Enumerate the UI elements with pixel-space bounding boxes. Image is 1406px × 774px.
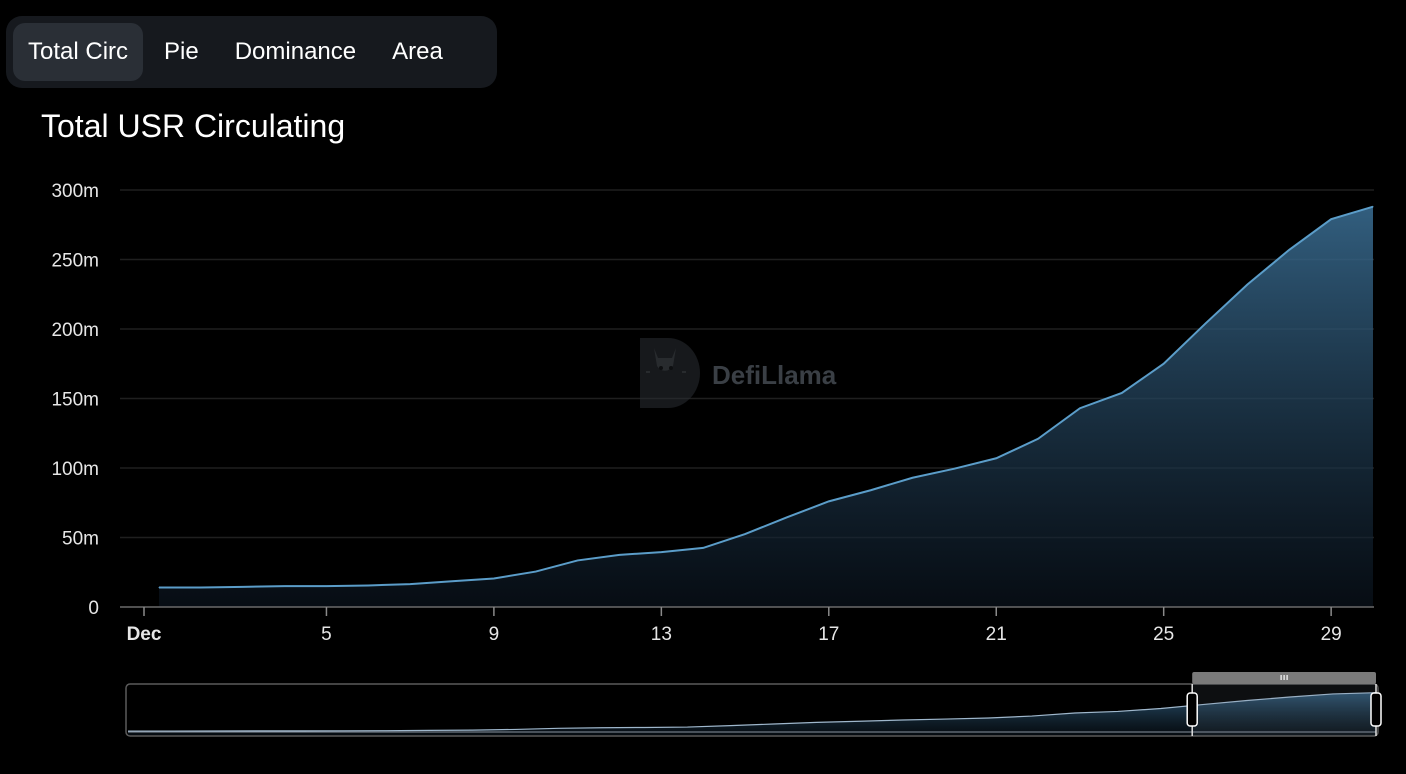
data-point bbox=[1288, 249, 1290, 251]
data-point bbox=[702, 547, 704, 549]
x-tick-label: 5 bbox=[321, 624, 332, 645]
y-tick-label: 0 bbox=[88, 598, 99, 619]
data-point bbox=[1372, 206, 1374, 208]
y-tick-label: 50m bbox=[62, 529, 99, 550]
area-series bbox=[158, 205, 1374, 607]
data-point bbox=[618, 554, 620, 556]
data-point bbox=[828, 500, 830, 502]
x-tick-label: 29 bbox=[1321, 624, 1342, 645]
data-point bbox=[1330, 218, 1332, 220]
x-tick-label: Dec bbox=[127, 624, 162, 645]
data-point bbox=[409, 583, 411, 585]
data-point bbox=[451, 580, 453, 582]
x-tick-label: 17 bbox=[818, 624, 839, 645]
data-point bbox=[912, 477, 914, 479]
x-tick-label: 9 bbox=[489, 624, 500, 645]
brush-handle-left[interactable] bbox=[1186, 692, 1198, 727]
data-point bbox=[870, 489, 872, 491]
watermark-text: DefiLlama bbox=[712, 360, 837, 390]
y-tick-label: 250m bbox=[51, 251, 99, 272]
area-chart: DefiLlama 0 50m 100m 150m 200m 250m 300m Dec 5 9 1… bbox=[51, 181, 1382, 737]
area-fill bbox=[159, 206, 1373, 607]
data-point bbox=[660, 551, 662, 553]
range-brush[interactable] bbox=[125, 672, 1382, 737]
data-point bbox=[367, 584, 369, 586]
data-point bbox=[158, 587, 160, 589]
data-point bbox=[577, 559, 579, 561]
data-point bbox=[535, 571, 537, 573]
data-point bbox=[200, 587, 202, 589]
data-point bbox=[325, 585, 327, 587]
data-point bbox=[284, 585, 286, 587]
y-tick-label: 300m bbox=[51, 181, 99, 202]
y-tick-label: 150m bbox=[51, 390, 99, 411]
defillama-watermark: DefiLlama bbox=[640, 338, 837, 408]
data-point bbox=[995, 457, 997, 459]
brush-handle-right[interactable] bbox=[1370, 692, 1382, 727]
x-tick-label: 13 bbox=[651, 624, 672, 645]
data-point bbox=[786, 516, 788, 518]
data-point bbox=[1037, 438, 1039, 440]
data-point bbox=[1121, 392, 1123, 394]
x-tick-label: 21 bbox=[986, 624, 1007, 645]
data-point bbox=[242, 586, 244, 588]
x-tick-label: 25 bbox=[1153, 624, 1174, 645]
data-point bbox=[1246, 284, 1248, 286]
data-point bbox=[953, 468, 955, 470]
y-tick-label: 200m bbox=[51, 320, 99, 341]
y-tick-label: 100m bbox=[51, 459, 99, 480]
data-point bbox=[493, 578, 495, 580]
llama-logo-icon bbox=[640, 338, 700, 408]
data-point bbox=[744, 533, 746, 535]
data-point bbox=[1205, 322, 1207, 324]
chart-page: Total Circ Pie Dominance Area Total USR … bbox=[0, 0, 1406, 774]
brush-selection[interactable] bbox=[1192, 684, 1376, 736]
data-point bbox=[1163, 363, 1165, 365]
data-point bbox=[1079, 407, 1081, 409]
